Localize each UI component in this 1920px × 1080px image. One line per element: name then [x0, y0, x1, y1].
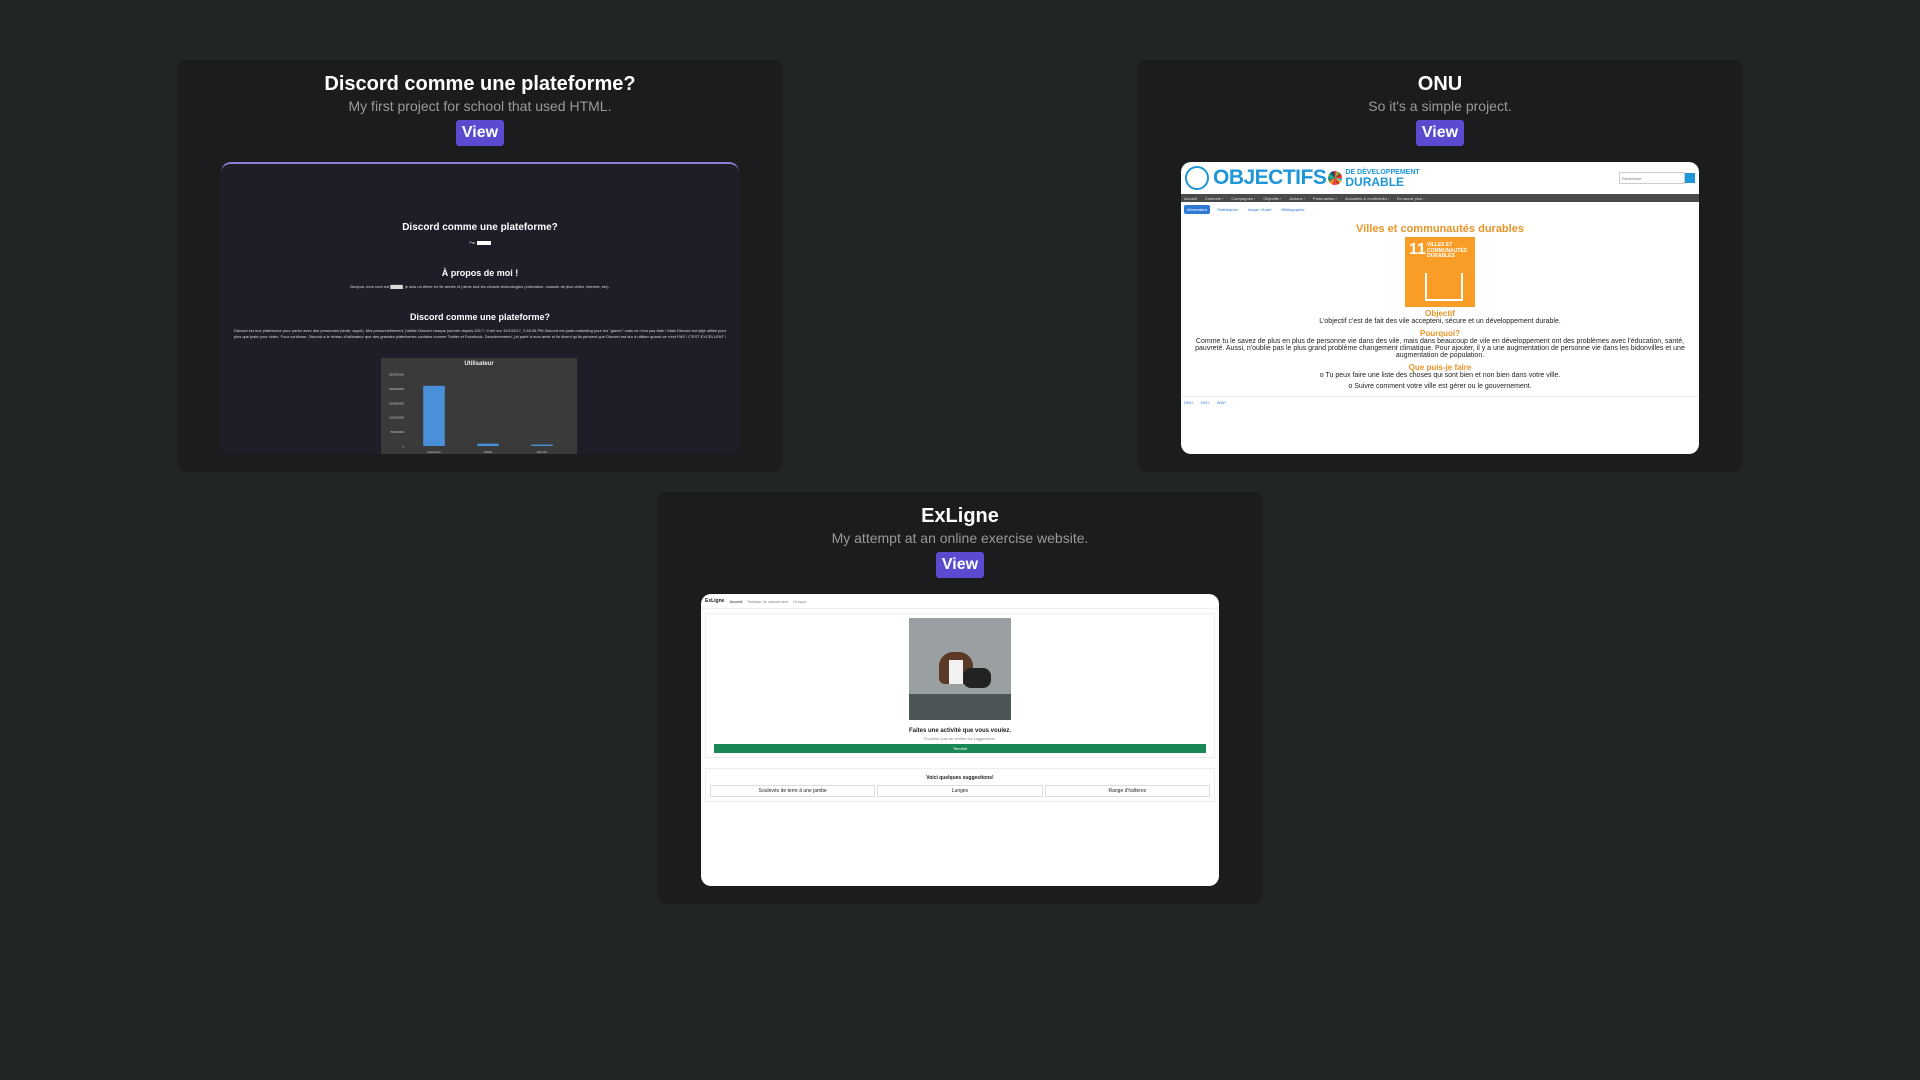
- onu-footer: ONU FAO WWI: [1181, 396, 1699, 408]
- project-subtitle: My first project for school that used HT…: [348, 98, 612, 114]
- y-tick-label: 0: [402, 445, 404, 449]
- onu-tab[interactable]: Image / Autre: [1245, 205, 1275, 214]
- onu-tab[interactable]: Information: [1184, 205, 1211, 214]
- objective-text: L'objectif c'est de fait des vile accept…: [1319, 318, 1561, 325]
- sdg-wheel-icon: [1328, 171, 1343, 185]
- chart-bar: [477, 443, 499, 446]
- project-card-onu: ONU So it's a simple project. View OBJEC…: [1137, 60, 1743, 472]
- suggestion-item[interactable]: Range d'haltères: [1044, 785, 1210, 797]
- onu-header: OBJECTIFS DE DÉVELOPPEMENT DURABLE: [1181, 162, 1699, 194]
- preview-about-text: Bonjour, mon nom est ▇▇▇▇, je suis un él…: [350, 284, 610, 289]
- preview-section-heading: Discord comme une plateforme?: [409, 312, 551, 322]
- onu-body: Villes et communautés durables 11 VILLES…: [1181, 223, 1699, 390]
- project-title: ONU: [1417, 73, 1463, 95]
- done-button[interactable]: Terminé: [714, 744, 1206, 753]
- onu-nav-item[interactable]: Partenariats ›: [1313, 196, 1337, 201]
- project-preview-discord[interactable]: Discord comme une plateforme? Par À prop…: [221, 162, 739, 454]
- onu-tabs: Information Statistiques Image / Autre Bibl…: [1181, 202, 1699, 217]
- onu-nav-item[interactable]: Actions ›: [1289, 196, 1305, 201]
- onu-tab[interactable]: Bibliographie: [1279, 205, 1308, 214]
- chart-title: Utilisateur: [464, 361, 494, 367]
- chart-bar: [531, 444, 553, 446]
- preview-about-heading: À propos de moi !: [441, 268, 519, 278]
- exligne-navbar: ExLigne Accueil Tableau de classement Gr…: [701, 594, 1219, 609]
- do-item: o Tu peux faire une liste des choses qui…: [1319, 372, 1561, 379]
- onu-nav-item[interactable]: Contexte ›: [1205, 196, 1223, 201]
- view-button[interactable]: View: [455, 120, 505, 146]
- chart-bar: [423, 385, 445, 446]
- onu-nav-item[interactable]: Campagnes ›: [1231, 196, 1255, 201]
- nav-link[interactable]: Groupe: [793, 599, 806, 604]
- un-emblem-icon: [1185, 166, 1209, 190]
- search-icon[interactable]: [1685, 173, 1695, 183]
- y-tick-label: 150000000: [389, 401, 404, 405]
- suggestions-panel: Voici quelques suggestions! Soulevés de …: [705, 768, 1215, 802]
- do-item: o Suivre comment votre ville est gérer o…: [1348, 383, 1532, 390]
- chart-plot: 250000000 200000000 150000000 100000000 5000…: [389, 373, 553, 454]
- footer-link[interactable]: WWI: [1217, 400, 1226, 405]
- view-button[interactable]: View: [1415, 120, 1465, 146]
- project-preview-exligne[interactable]: ExLigne Accueil Tableau de classement Gr…: [701, 594, 1219, 886]
- objective-heading: Objectif: [1425, 309, 1455, 318]
- project-card-exligne: ExLigne My attempt at an online exercise…: [657, 492, 1263, 904]
- x-tick-label: Facebook: [427, 450, 441, 454]
- project-subtitle: So it's a simple project.: [1368, 98, 1512, 114]
- onu-nav-item[interactable]: Objectifs ›: [1263, 196, 1281, 201]
- suggestion-item[interactable]: Soulevés de terre à une jambe: [710, 785, 876, 797]
- preview-author: Par: [233, 240, 727, 246]
- activity-subtitle: N'oubliez pas de vérifier les suggestion…: [923, 736, 997, 741]
- preview-heading: Discord comme une plateforme?: [402, 222, 558, 233]
- users-chart: Utilisateur 250000000 200000000 150000000 1…: [381, 358, 577, 454]
- footer-link[interactable]: FAO: [1201, 400, 1209, 405]
- exligne-brand[interactable]: ExLigne: [705, 598, 724, 604]
- onu-tab[interactable]: Statistiques: [1214, 205, 1241, 214]
- y-tick-label: 200000000: [389, 387, 404, 391]
- nav-link[interactable]: Tableau de classement: [747, 599, 788, 604]
- onu-nav-item[interactable]: Actualités & multimédia ›: [1345, 196, 1389, 201]
- onu-nav: Accueil Contexte › Campagnes › Objectifs › A…: [1181, 194, 1699, 202]
- suggestion-item[interactable]: Lunges: [877, 785, 1043, 797]
- view-button[interactable]: View: [935, 552, 985, 578]
- goal-title: Villes et communautés durables: [1356, 223, 1524, 235]
- y-tick-label: 250000000: [389, 373, 404, 377]
- onu-nav-item[interactable]: En savoir plus ›: [1397, 196, 1425, 201]
- y-tick-label: 100000000: [389, 416, 404, 420]
- preview-section-text: Discord est une plateforme pour parler a…: [233, 328, 727, 339]
- project-title: Discord comme une plateforme?: [324, 73, 636, 95]
- onu-logo: OBJECTIFS: [1213, 166, 1327, 189]
- dog-photo: [909, 618, 1011, 720]
- y-tick-label: 50000000: [391, 430, 405, 434]
- goal-tile: 11 VILLES ET COMMUNAUTÉS DURABLES: [1405, 237, 1475, 307]
- activity-panel: Faites une activité que vous voulez. N'o…: [705, 613, 1215, 758]
- onu-nav-item[interactable]: Accueil: [1184, 196, 1197, 201]
- x-tick-label: Twitter: [484, 450, 493, 454]
- city-icon: [1425, 273, 1463, 301]
- x-tick-label: Discord: [537, 450, 548, 454]
- project-preview-onu[interactable]: OBJECTIFS DE DÉVELOPPEMENTDURABLE Accuei…: [1181, 162, 1699, 454]
- why-text: Comme tu le savez de plus en plus de per…: [1195, 338, 1685, 359]
- project-title: ExLigne: [921, 505, 999, 527]
- footer-link[interactable]: ONU: [1184, 400, 1193, 405]
- nav-link[interactable]: Accueil: [729, 599, 742, 604]
- suggestions-title: Voici quelques suggestions!: [926, 775, 994, 781]
- onu-logo-sub: DE DÉVELOPPEMENT DURABLE: [1345, 168, 1420, 189]
- activity-title: Faites une activité que vous voulez.: [908, 728, 1012, 734]
- project-subtitle: My attempt at an online exercise website…: [831, 530, 1089, 546]
- do-heading: Que puis-je faire: [1408, 363, 1472, 372]
- project-card-discord: Discord comme une plateforme? My first p…: [177, 60, 783, 472]
- search-input[interactable]: [1619, 172, 1685, 184]
- why-heading: Pourquoi?: [1420, 329, 1460, 338]
